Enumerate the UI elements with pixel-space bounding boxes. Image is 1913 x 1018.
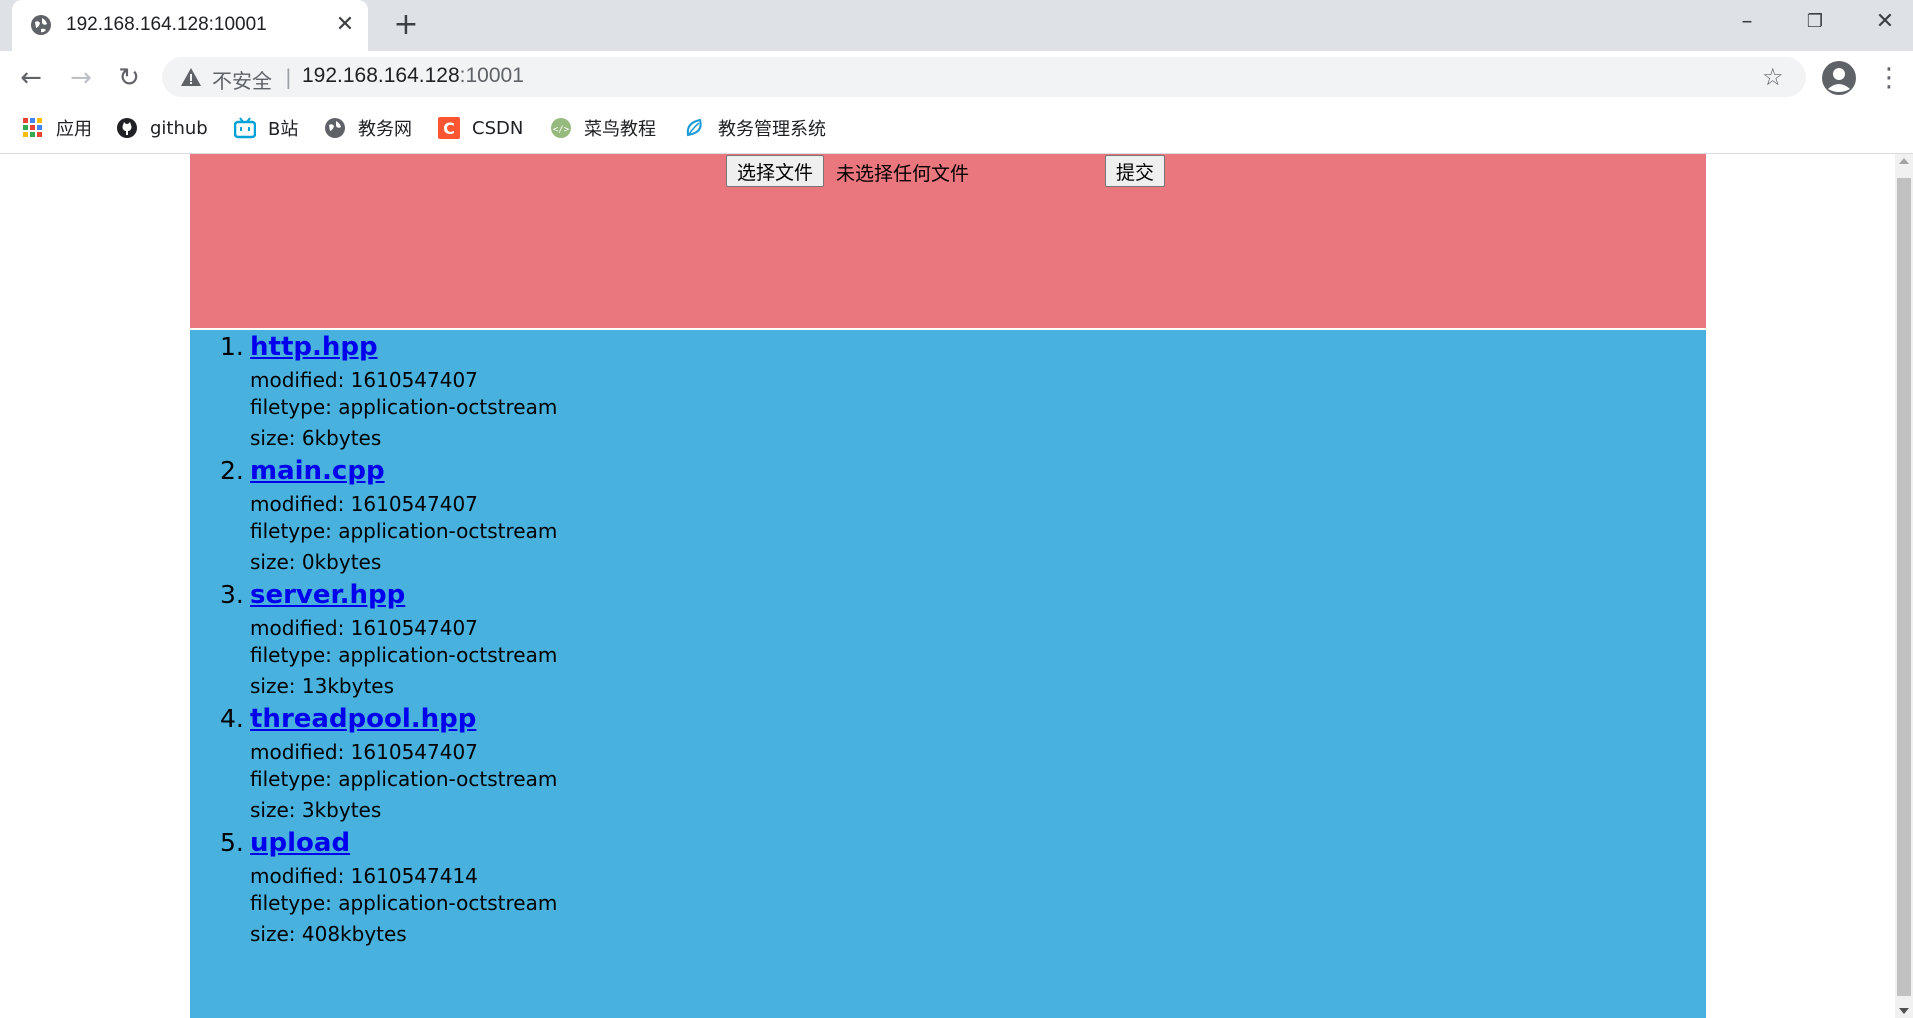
bookmark-label: 应用 bbox=[56, 119, 92, 140]
globe-icon bbox=[325, 118, 345, 138]
upload-form-panel: 选择文件 未选择任何文件 提交 bbox=[190, 154, 1706, 328]
reload-icon[interactable]: ↻ bbox=[114, 63, 144, 93]
bookmark-runoob[interactable]: </> 菜鸟教程 bbox=[550, 115, 656, 141]
url-host: 192.168.164.128 bbox=[302, 64, 460, 87]
file-link[interactable]: main.cpp bbox=[250, 456, 385, 486]
apps-grid-icon bbox=[23, 118, 42, 137]
item-number: 5. bbox=[220, 828, 244, 857]
file-link[interactable]: threadpool.hpp bbox=[250, 704, 476, 734]
svg-text:</>: </> bbox=[553, 125, 570, 135]
item-number: 3. bbox=[220, 580, 244, 609]
new-tab-button[interactable]: + bbox=[390, 10, 422, 42]
bookmark-csdn[interactable]: C CSDN bbox=[438, 115, 523, 141]
no-file-label: 未选择任何文件 bbox=[836, 163, 970, 185]
url-port: :10001 bbox=[459, 64, 524, 87]
warning-icon[interactable] bbox=[180, 66, 202, 88]
file-size: size: 0kbytes bbox=[250, 550, 382, 574]
runoob-icon: </> bbox=[551, 118, 571, 138]
minimize-icon[interactable]: – bbox=[1724, 6, 1770, 38]
scroll-up-arrow-icon[interactable] bbox=[1899, 158, 1909, 164]
svg-text:C: C bbox=[443, 119, 455, 138]
choose-file-button[interactable]: 选择文件 bbox=[726, 155, 825, 187]
bookmark-label: 教务网 bbox=[358, 119, 412, 140]
url-text[interactable]: 192.168.164.128:10001 bbox=[302, 64, 524, 88]
security-label[interactable]: 不安全 bbox=[212, 65, 272, 94]
file-link[interactable]: http.hpp bbox=[250, 332, 378, 362]
file-size: size: 13kbytes bbox=[250, 674, 395, 698]
bookmark-label: github bbox=[150, 117, 208, 139]
bookmark-apps[interactable]: 应用 bbox=[22, 115, 92, 141]
bookmark-label: 菜鸟教程 bbox=[584, 119, 656, 140]
close-window-icon[interactable]: ✕ bbox=[1862, 6, 1908, 38]
forward-icon[interactable]: → bbox=[66, 63, 96, 93]
address-bar[interactable]: 不安全 | 192.168.164.128:10001 ☆ bbox=[162, 57, 1806, 97]
file-modified: modified: 1610547407 bbox=[250, 740, 478, 764]
bookmarks-bar: 应用 github B站 教务网 C CSDN </> 菜鸟教程 教务管理系统 bbox=[0, 103, 1913, 154]
csdn-icon: C bbox=[438, 117, 460, 139]
profile-avatar-icon[interactable] bbox=[1822, 61, 1856, 95]
bookmark-label: B站 bbox=[268, 119, 299, 140]
bookmark-label: CSDN bbox=[472, 117, 524, 139]
tab-title: 192.168.164.128:10001 bbox=[66, 14, 267, 35]
file-link[interactable]: server.hpp bbox=[250, 580, 405, 610]
scrollbar-thumb[interactable] bbox=[1897, 178, 1911, 996]
file-size: size: 6kbytes bbox=[250, 426, 382, 450]
item-number: 2. bbox=[220, 456, 244, 485]
file-size: size: 408kbytes bbox=[250, 922, 407, 946]
tab-strip: 192.168.164.128:10001 ✕ + – ❐ ✕ bbox=[0, 0, 1913, 51]
vertical-scrollbar[interactable] bbox=[1895, 154, 1913, 1018]
file-modified: modified: 1610547407 bbox=[250, 492, 478, 516]
restore-icon[interactable]: ❐ bbox=[1792, 6, 1838, 38]
file-type: filetype: application-octstream bbox=[250, 643, 558, 667]
bookmark-jiaowu[interactable]: 教务网 bbox=[324, 115, 412, 141]
item-number: 4. bbox=[220, 704, 244, 733]
scroll-down-arrow-icon[interactable] bbox=[1899, 1008, 1909, 1014]
browser-tab[interactable]: 192.168.164.128:10001 ✕ bbox=[12, 0, 368, 51]
bookmark-label: 教务管理系统 bbox=[718, 119, 826, 140]
close-tab-icon[interactable]: ✕ bbox=[332, 12, 358, 38]
bookmark-bilibili[interactable]: B站 bbox=[234, 115, 298, 141]
file-modified: modified: 1610547407 bbox=[250, 616, 478, 640]
file-link[interactable]: upload bbox=[250, 828, 350, 858]
back-icon[interactable]: ← bbox=[16, 63, 46, 93]
file-modified: modified: 1610547407 bbox=[250, 368, 478, 392]
file-type: filetype: application-octstream bbox=[250, 395, 558, 419]
bookmark-jwgl[interactable]: 教务管理系统 bbox=[684, 115, 826, 141]
item-number: 1. bbox=[220, 332, 244, 361]
leaf-icon bbox=[686, 118, 702, 137]
file-type: filetype: application-octstream bbox=[250, 891, 558, 915]
submit-button[interactable]: 提交 bbox=[1105, 155, 1166, 187]
separator: | bbox=[285, 65, 292, 89]
menu-kebab-icon[interactable]: ⋮ bbox=[1876, 63, 1902, 93]
page-viewport: 选择文件 未选择任何文件 提交 1. http.hpp modified: 16… bbox=[0, 154, 1895, 1018]
bilibili-icon bbox=[234, 117, 256, 139]
browser-toolbar: ← → ↻ 不安全 | 192.168.164.128:10001 ☆ ⋮ bbox=[0, 51, 1913, 103]
file-size: size: 3kbytes bbox=[250, 798, 382, 822]
file-modified: modified: 1610547414 bbox=[250, 864, 478, 888]
bookmark-github[interactable]: github bbox=[116, 115, 208, 141]
github-icon bbox=[117, 118, 137, 138]
globe-icon bbox=[31, 15, 51, 35]
bookmark-star-icon[interactable]: ☆ bbox=[1762, 63, 1784, 91]
file-type: filetype: application-octstream bbox=[250, 519, 558, 543]
file-list-panel: 1. http.hpp modified: 1610547407 filetyp… bbox=[190, 330, 1706, 1018]
file-type: filetype: application-octstream bbox=[250, 767, 558, 791]
